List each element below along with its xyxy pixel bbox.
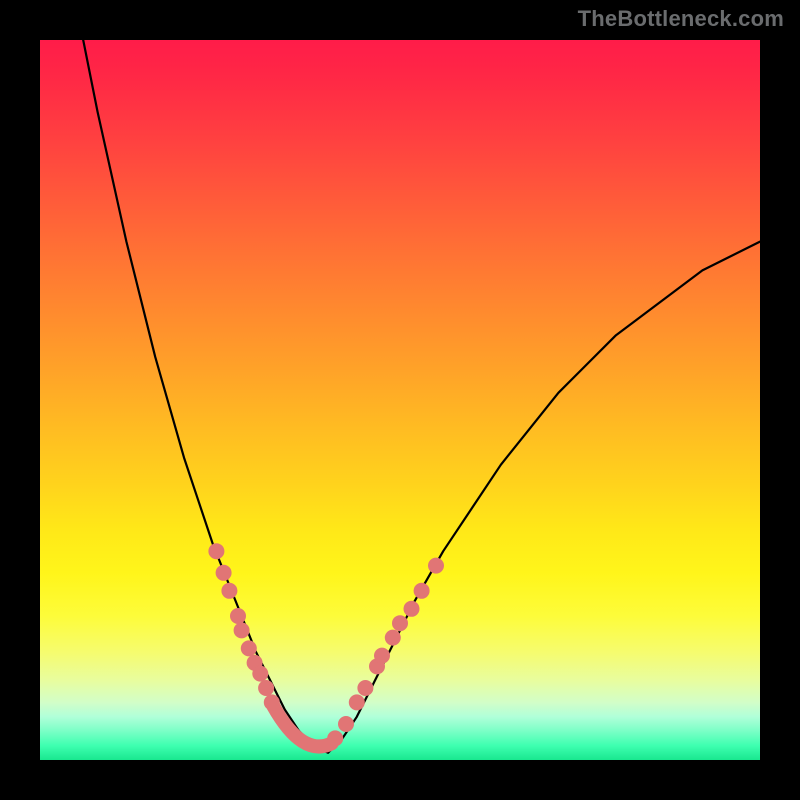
watermark-text: TheBottleneck.com bbox=[578, 6, 784, 32]
data-marker bbox=[338, 716, 354, 732]
left-dot-cluster bbox=[208, 543, 279, 710]
data-marker bbox=[252, 666, 268, 682]
data-marker bbox=[241, 640, 257, 656]
data-marker bbox=[404, 601, 420, 617]
data-marker bbox=[234, 622, 250, 638]
data-marker bbox=[349, 694, 365, 710]
data-marker bbox=[428, 558, 444, 574]
chart-frame: TheBottleneck.com bbox=[0, 0, 800, 800]
data-marker bbox=[385, 630, 401, 646]
bottleneck-curve bbox=[83, 40, 760, 753]
data-marker bbox=[264, 694, 280, 710]
data-marker bbox=[208, 543, 224, 559]
right-dot-cluster bbox=[327, 558, 444, 747]
data-marker bbox=[221, 583, 237, 599]
plot-area bbox=[40, 40, 760, 760]
data-marker bbox=[216, 565, 232, 581]
data-marker bbox=[327, 730, 343, 746]
trough-marker bbox=[273, 706, 331, 747]
data-marker bbox=[392, 615, 408, 631]
data-marker bbox=[374, 648, 390, 664]
data-marker bbox=[414, 583, 430, 599]
data-marker bbox=[258, 680, 274, 696]
data-marker bbox=[357, 680, 373, 696]
data-marker bbox=[230, 608, 246, 624]
curve-svg bbox=[40, 40, 760, 760]
